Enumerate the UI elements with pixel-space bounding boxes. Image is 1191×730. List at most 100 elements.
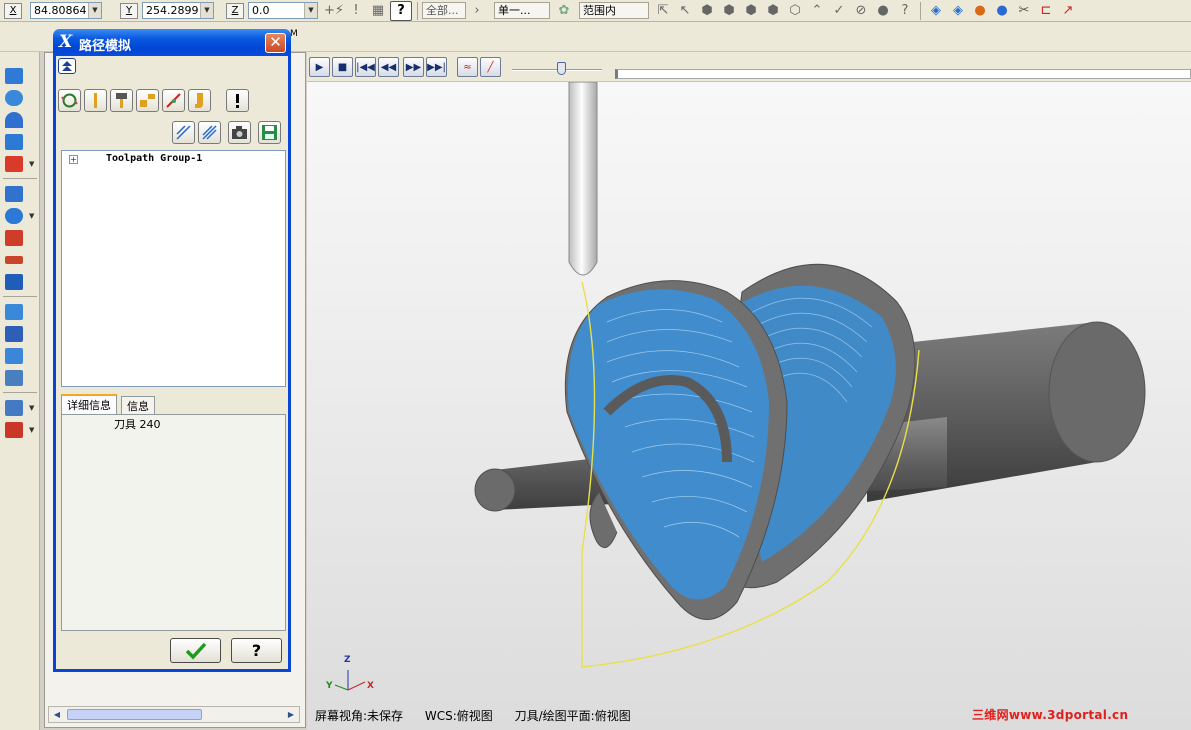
help-icon[interactable]: ? bbox=[895, 1, 915, 21]
shell-icon[interactable] bbox=[5, 230, 23, 246]
toolbar-separator bbox=[920, 1, 921, 20]
tool-display-button[interactable]: ╱ bbox=[480, 57, 501, 77]
drawing-icon[interactable] bbox=[5, 370, 23, 386]
simulation-progress-track[interactable] bbox=[615, 69, 1191, 79]
filter-arrow-icon[interactable]: › bbox=[467, 1, 487, 21]
coordinate-toolbar: X 84.80864 ▼ Y 254.2899 ▼ Z 0.0 ▼ +⚡ ! ▦ ? … bbox=[0, 0, 1191, 22]
expand-icon[interactable]: + bbox=[69, 155, 78, 164]
z-coordinate-field[interactable]: 0.0 ▼ bbox=[248, 2, 318, 19]
no-entry-icon[interactable]: ⊘ bbox=[851, 1, 871, 21]
scroll-right-icon[interactable]: ▶ bbox=[284, 708, 298, 721]
chevron-down-icon[interactable]: ▼ bbox=[88, 3, 101, 18]
face-select-icon[interactable]: ⬢ bbox=[719, 1, 739, 21]
chain-icon[interactable]: ⌃ bbox=[807, 1, 827, 21]
quick-verify-button[interactable] bbox=[188, 89, 211, 112]
save-icon[interactable] bbox=[258, 121, 281, 144]
fillet-icon[interactable] bbox=[5, 186, 23, 202]
to-end-button[interactable]: ▶▶| bbox=[426, 57, 447, 77]
axis-label-z: Z bbox=[344, 655, 351, 665]
chevron-down-icon[interactable]: ▼ bbox=[29, 160, 34, 168]
tab-details[interactable]: 详细信息 bbox=[61, 394, 117, 415]
cursor-icon[interactable]: ↖ bbox=[675, 1, 695, 21]
sweep-icon[interactable] bbox=[5, 112, 23, 128]
play-button[interactable]: ▶ bbox=[309, 57, 330, 77]
watermark: 三维网www.3dportal.cn bbox=[972, 708, 1129, 722]
wireframe-cube-icon[interactable]: ⬡ bbox=[785, 1, 805, 21]
camera-icon[interactable] bbox=[228, 121, 251, 144]
body-select-icon[interactable]: ⬢ bbox=[763, 1, 783, 21]
wcs-status: WCS:俯视图 bbox=[424, 709, 493, 723]
shaded-cube-icon[interactable]: ◈ bbox=[926, 1, 946, 21]
speed-slider[interactable] bbox=[512, 60, 602, 76]
tree-root-label[interactable]: Toolpath Group-1 bbox=[106, 153, 202, 164]
scrollbar-thumb[interactable] bbox=[67, 709, 202, 720]
checkmark-icon bbox=[185, 642, 206, 660]
display-tool-button[interactable] bbox=[84, 89, 107, 112]
revolve-icon[interactable] bbox=[5, 90, 23, 106]
stop-button[interactable]: ■ bbox=[332, 57, 353, 77]
layout-icon[interactable] bbox=[5, 326, 23, 342]
ok-button[interactable] bbox=[170, 638, 221, 663]
chamfer-icon[interactable] bbox=[5, 208, 23, 224]
sphere-icon[interactable]: ● bbox=[873, 1, 893, 21]
to-start-button[interactable]: |◀◀ bbox=[355, 57, 376, 77]
autocursor-icon[interactable]: ▦ bbox=[368, 1, 388, 21]
left-toolbar: ▼ ▼ ▼ ▼ bbox=[0, 52, 40, 730]
help-button[interactable]: ? bbox=[231, 638, 282, 663]
toolpath-tree[interactable]: + Toolpath Group-1 bbox=[61, 150, 286, 387]
edge-select-icon[interactable]: ⬢ bbox=[741, 1, 761, 21]
cutting-tool bbox=[568, 82, 598, 276]
display-rapid-button[interactable] bbox=[136, 89, 159, 112]
dimension-icon[interactable]: ↗ bbox=[1058, 1, 1078, 21]
primitive-icon[interactable] bbox=[5, 156, 23, 172]
chevron-down-icon[interactable]: ▼ bbox=[200, 3, 213, 18]
graphics-viewport[interactable]: Z Y X bbox=[307, 82, 1191, 730]
chevron-down-icon[interactable]: ▼ bbox=[304, 3, 317, 18]
extrude-icon[interactable] bbox=[5, 68, 23, 84]
arrow-select-icon[interactable]: ⇱ bbox=[653, 1, 673, 21]
scroll-left-icon[interactable]: ◀ bbox=[50, 708, 64, 721]
selection-filter-all[interactable]: 全部... bbox=[422, 2, 466, 19]
tool-icon[interactable]: ✂ bbox=[1014, 1, 1034, 21]
draft-icon[interactable] bbox=[5, 304, 23, 320]
slider-knob[interactable] bbox=[557, 62, 566, 75]
trim-icon[interactable] bbox=[5, 256, 23, 264]
step-back-button[interactable]: ◀◀ bbox=[378, 57, 399, 77]
gear-select-icon[interactable]: ✿ bbox=[554, 1, 574, 21]
dialog-titlebar[interactable]: X 路径模拟 ✕ bbox=[53, 29, 291, 56]
toolpath-multilines-button[interactable] bbox=[198, 121, 221, 144]
move-icon[interactable] bbox=[5, 348, 23, 364]
question-mark-icon[interactable]: ? bbox=[390, 0, 412, 21]
toolpath-lines-button[interactable] bbox=[172, 121, 195, 144]
display-endpoints-button[interactable] bbox=[162, 89, 185, 112]
selection-range-select[interactable]: 范围内 bbox=[579, 2, 649, 19]
close-button[interactable]: ✕ bbox=[265, 33, 286, 53]
boolean-icon[interactable] bbox=[5, 274, 23, 290]
loft-icon[interactable] bbox=[5, 134, 23, 150]
solid-cube-icon[interactable] bbox=[5, 422, 23, 438]
toolpath-display-button[interactable]: ≈ bbox=[457, 57, 478, 77]
fast-point-icon[interactable]: +⚡ bbox=[324, 1, 344, 21]
cycle-display-button[interactable] bbox=[58, 89, 81, 112]
selection-mode-single[interactable]: 单一... bbox=[494, 2, 550, 19]
simulation-control-bar: ▶ ■ |◀◀ ◀◀ ▶▶ ▶▶| ≈ ╱ bbox=[307, 52, 1191, 82]
tab-info[interactable]: 信息 bbox=[121, 396, 155, 414]
exclamation-button[interactable] bbox=[226, 89, 249, 112]
y-coordinate-field[interactable]: 254.2899 ▼ bbox=[142, 2, 214, 19]
chevron-down-icon[interactable]: ▼ bbox=[29, 404, 34, 412]
orange-sphere-icon[interactable]: ● bbox=[970, 1, 990, 21]
step-forward-button[interactable]: ▶▶ bbox=[403, 57, 424, 77]
x-coordinate-field[interactable]: 84.80864 ▼ bbox=[30, 2, 102, 19]
grid-icon[interactable] bbox=[5, 400, 23, 416]
double-chevron-up-icon[interactable] bbox=[58, 58, 76, 74]
solid-select-icon[interactable]: ⬢ bbox=[697, 1, 717, 21]
verify-icon[interactable]: ✓ bbox=[829, 1, 849, 21]
horizontal-scrollbar[interactable]: ◀ ▶ bbox=[48, 706, 300, 723]
curve-icon[interactable]: ⊏ bbox=[1036, 1, 1056, 21]
exclamation-icon[interactable]: ! bbox=[346, 1, 366, 21]
chevron-down-icon[interactable]: ▼ bbox=[29, 426, 34, 434]
chevron-down-icon[interactable]: ▼ bbox=[29, 212, 34, 220]
display-holder-button[interactable] bbox=[110, 89, 133, 112]
translucent-cube-icon[interactable]: ◈ bbox=[948, 1, 968, 21]
blue-sphere-icon[interactable]: ● bbox=[992, 1, 1012, 21]
